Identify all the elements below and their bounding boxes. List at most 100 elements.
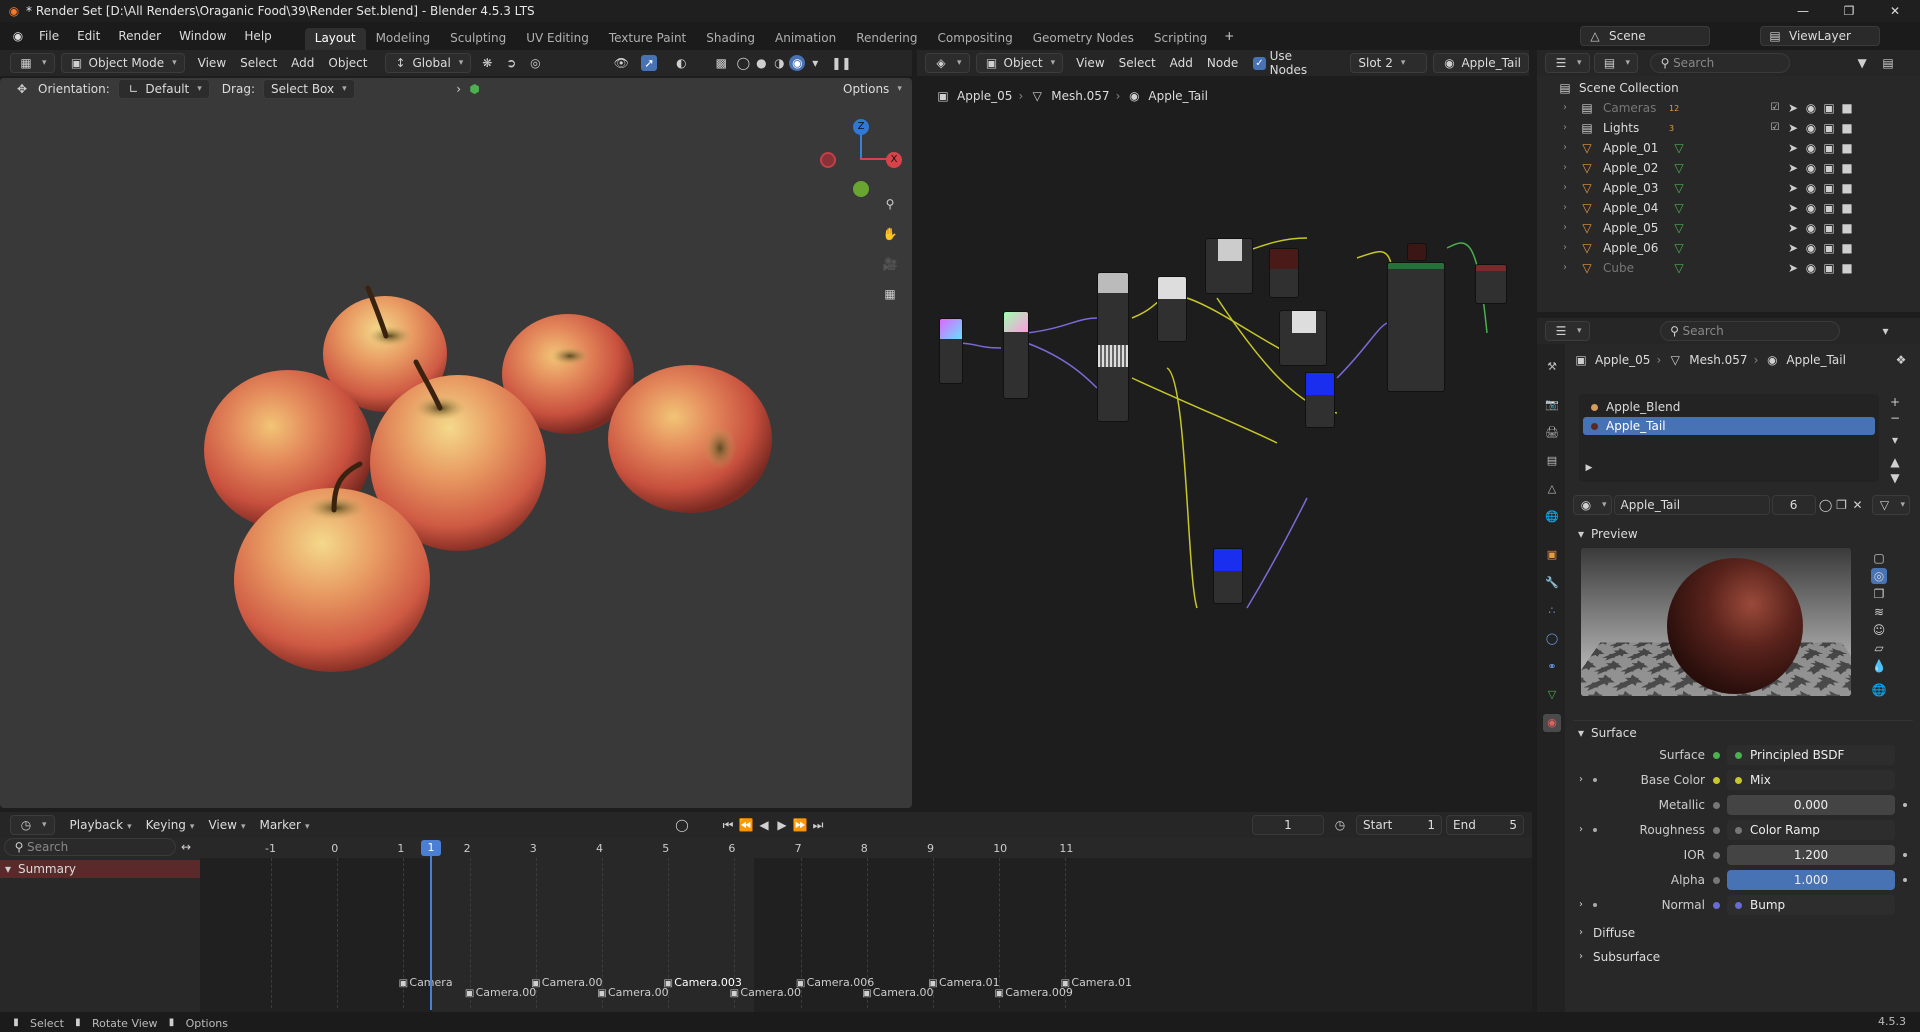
camera-render-icon[interactable]: ■ (1839, 260, 1855, 276)
jump-start-icon[interactable]: ⏮ (720, 817, 736, 833)
chevron-right-icon[interactable]: › (1557, 120, 1573, 136)
minimize-button[interactable]: — (1780, 0, 1826, 22)
eye-icon[interactable]: ◉ (1803, 200, 1819, 216)
chevron-right-icon[interactable]: › (1573, 772, 1589, 788)
property-value-roughness[interactable]: Color Ramp (1713, 820, 1895, 840)
material-name-field[interactable]: Apple_Tail (1613, 495, 1770, 515)
camera-render-icon[interactable]: ■ (1839, 100, 1855, 116)
3d-viewport[interactable]: Z X ⚲ ✋ 🎥 ▦ (0, 78, 912, 808)
outliner-item-apple-01[interactable]: › ▽ Apple_01 ▽ ➤ ◉ ▣ ■ (1537, 138, 1920, 158)
gizmo-y-handle[interactable] (853, 181, 869, 197)
node-principled-bsdf[interactable] (1387, 262, 1445, 392)
monitor-icon[interactable]: ▣ (1821, 180, 1837, 196)
viewport-menu-object[interactable]: Object (321, 56, 374, 70)
snap-icon[interactable]: ➲ (503, 55, 519, 71)
timeline-menu-playback[interactable]: Playback (63, 818, 139, 832)
properties-editor-type[interactable]: ☰ (1545, 321, 1590, 341)
outliner-item-cube[interactable]: › ▽ Cube ▽ ➤ ◉ ▣ ■ (1537, 258, 1920, 278)
node-menu-add[interactable]: Add (1163, 56, 1200, 70)
slot-dropdown[interactable]: Slot 2 (1350, 53, 1428, 73)
physics-tab-icon[interactable]: ◯ (1543, 630, 1561, 648)
camera-render-icon[interactable]: ■ (1839, 240, 1855, 256)
material-slot-list[interactable]: Apple_Blend Apple_Tail ▶ (1579, 394, 1879, 482)
xray-icon[interactable]: ▩ (713, 55, 729, 71)
menu-edit[interactable]: Edit (68, 29, 109, 43)
tab-uv-editing[interactable]: UV Editing (516, 28, 599, 50)
camera-view-icon[interactable]: 🎥 (882, 256, 898, 272)
scene-tab-icon[interactable]: △ (1543, 480, 1561, 498)
outliner-item-apple-03[interactable]: › ▽ Apple_03 ▽ ➤ ◉ ▣ ■ (1537, 178, 1920, 198)
outliner-editor-type[interactable]: ☰ (1545, 53, 1590, 73)
object-tab-icon[interactable]: ▣ (1543, 546, 1561, 564)
filter-icon[interactable]: ▼ (1854, 55, 1870, 71)
constraints-tab-icon[interactable]: ⚭ (1543, 658, 1561, 676)
pan-hand-icon[interactable]: ✋ (882, 226, 898, 242)
chevron-right-icon[interactable]: › (1557, 180, 1573, 196)
material-tab-icon[interactable]: ◉ (1543, 714, 1561, 732)
chevron-right-icon[interactable]: › (1557, 220, 1573, 236)
material-slot-apple-tail[interactable]: Apple_Tail (1583, 417, 1875, 435)
slot-menu-icon[interactable]: ▾ (1887, 432, 1903, 448)
jump-end-icon[interactable]: ⏭ (810, 817, 826, 833)
options-dropdown[interactable]: Options (836, 79, 909, 99)
scene-collection-row[interactable]: ▤ Scene Collection (1537, 78, 1920, 98)
gizmo-x-handle[interactable]: X (886, 152, 902, 168)
subpanel-diffuse[interactable]: › Diffuse (1537, 922, 1920, 944)
zoom-icon[interactable]: ⚲ (882, 196, 898, 212)
channel-search[interactable]: ⚲ Search (4, 838, 176, 856)
chevron-right-icon[interactable]: › (1573, 897, 1589, 913)
chevron-right-icon[interactable]: › (1557, 260, 1573, 276)
transform-space-dropdown[interactable]: ↕ Global (384, 53, 472, 73)
camera-render-icon[interactable]: ■ (1839, 140, 1855, 156)
property-value-metallic[interactable]: 0.000 (1713, 795, 1907, 815)
modifier-tab-icon[interactable]: 🔧 (1543, 574, 1561, 592)
overlay-toggle-icon[interactable]: ◐ (673, 55, 689, 71)
preview-flat-icon[interactable]: ▢ (1871, 550, 1887, 566)
wireframe-shading-icon[interactable]: ◯ (735, 55, 751, 71)
menu-window[interactable]: Window (170, 29, 235, 43)
select-arrow-icon[interactable]: ➤ (1785, 200, 1801, 216)
menu-file[interactable]: File (30, 29, 68, 43)
node-material-output[interactable] (1475, 264, 1507, 304)
camera-render-icon[interactable]: ■ (1839, 200, 1855, 216)
eye-icon[interactable]: ◉ (1803, 180, 1819, 196)
node-texture-top[interactable] (1205, 238, 1253, 294)
preview-cube-icon[interactable]: ❐ (1871, 586, 1887, 602)
monitor-icon[interactable]: ▣ (1821, 200, 1837, 216)
node-editor-type-button[interactable]: ◈ (925, 53, 970, 73)
chevron-right-icon[interactable]: › (1557, 240, 1573, 256)
move-tool-icon[interactable]: ✥ (14, 81, 30, 97)
property-value-base-color[interactable]: Mix (1713, 770, 1895, 790)
gizmo-neg-x-handle[interactable] (820, 152, 836, 168)
duplicate-material-icon[interactable]: ❐ (1834, 497, 1850, 513)
gizmo-toggle-icon[interactable]: ➚ (641, 55, 658, 71)
select-arrow-icon[interactable]: ➤ (1785, 260, 1801, 276)
render-tab-icon[interactable]: 📷 (1543, 396, 1561, 414)
preview-range-icon[interactable]: ◷ (1332, 817, 1348, 833)
keyframe-dot[interactable] (1903, 853, 1907, 857)
monitor-icon[interactable]: ▣ (1821, 120, 1837, 136)
material-slot-apple-blend[interactable]: Apple_Blend (1583, 398, 1875, 416)
viewport-menu-add[interactable]: Add (284, 56, 321, 70)
select-arrow-icon[interactable]: ➤ (1785, 180, 1801, 196)
material-selector[interactable]: ◉ Apple_Tail (1433, 53, 1529, 73)
preview-world-icon[interactable]: 🌐 (1871, 682, 1887, 698)
tab-compositing[interactable]: Compositing (927, 28, 1022, 50)
chevron-right-icon[interactable]: › (1557, 100, 1573, 116)
monitor-icon[interactable]: ▣ (1821, 160, 1837, 176)
surface-panel-header[interactable]: ▾ Surface (1573, 720, 1913, 741)
unlink-material-icon[interactable]: ✕ (1850, 497, 1866, 513)
camera-marker[interactable]: ▣Camera.01 (1059, 976, 1132, 992)
node-noise-c[interactable] (1279, 310, 1327, 366)
blender-menu-icon[interactable]: ◉ (10, 28, 26, 44)
mode-dropdown[interactable]: ▣ Object Mode (60, 53, 185, 73)
node-noise-b[interactable] (1157, 276, 1187, 342)
drag-dropdown[interactable]: Select Box (262, 79, 355, 99)
display-mode-dropdown[interactable]: ▤ (1593, 53, 1639, 73)
play-icon[interactable]: ▶ (774, 817, 790, 833)
swap-icon[interactable]: ↔ (178, 839, 194, 855)
viewport-menu-select[interactable]: Select (233, 56, 284, 70)
properties-options-icon[interactable]: ▾ (1878, 323, 1894, 339)
expand-tools-icon[interactable]: › (451, 81, 467, 97)
move-down-icon[interactable]: ▼ (1887, 470, 1903, 486)
